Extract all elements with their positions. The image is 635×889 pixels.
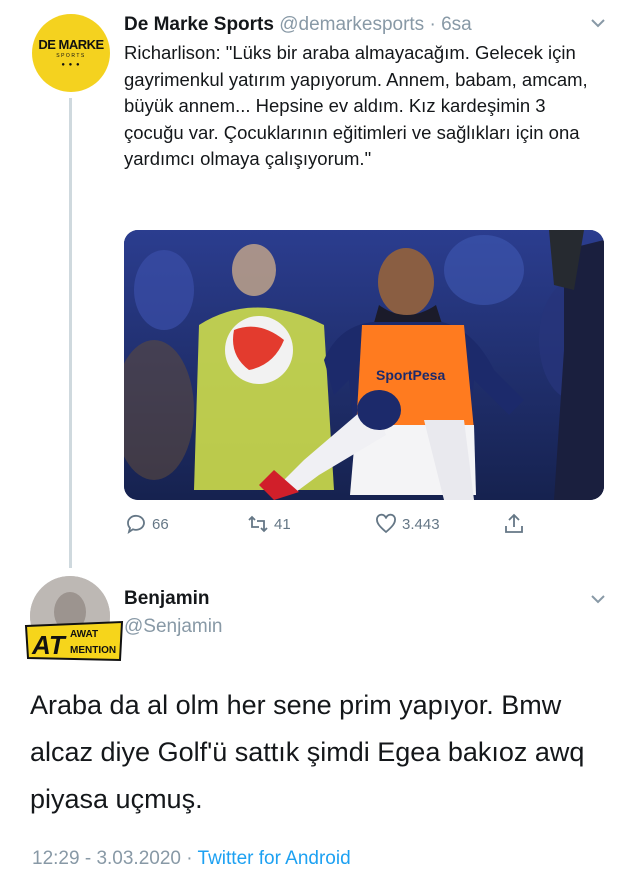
tweet-photo[interactable]: SportPesa bbox=[124, 230, 604, 500]
photo-illustration: SportPesa bbox=[124, 230, 604, 500]
badge-top-text: AWAT bbox=[70, 629, 98, 640]
author-name[interactable]: Benjamin bbox=[124, 588, 210, 610]
reply-icon bbox=[127, 514, 145, 535]
author-name[interactable]: De Marke Sports bbox=[124, 14, 274, 35]
tweet-date[interactable]: 3.03.2020 bbox=[96, 848, 181, 869]
tweet-time[interactable]: 12:29 bbox=[32, 848, 80, 869]
chevron-down-icon[interactable] bbox=[589, 590, 607, 608]
reply-count: 66 bbox=[152, 515, 169, 533]
badge-right-text: MENTION bbox=[70, 645, 116, 656]
quoted-tweet[interactable]: DE MARKE SPORTS ● ● ● De Marke Sports @d… bbox=[0, 0, 635, 568]
avatar-badge-logo: AT AWAT MENTION bbox=[24, 620, 124, 662]
author-handle[interactable]: @demarkesports bbox=[279, 14, 424, 35]
retweet-icon bbox=[248, 515, 268, 533]
tweet-header: De Marke Sports @demarkesports · 6sa bbox=[124, 14, 472, 36]
tweet-actions: 66 41 3.443 bbox=[124, 512, 544, 542]
avatar[interactable]: DE MARKE SPORTS ● ● ● bbox=[32, 14, 110, 92]
separator: · bbox=[424, 14, 442, 35]
like-icon bbox=[376, 513, 396, 534]
timestamp[interactable]: 6sa bbox=[441, 14, 472, 35]
separator: · bbox=[180, 848, 198, 869]
like-button[interactable]: 3.443 bbox=[374, 512, 440, 536]
reply-button[interactable]: 66 bbox=[124, 512, 169, 536]
chevron-down-icon[interactable] bbox=[589, 14, 607, 32]
like-count: 3.443 bbox=[402, 515, 440, 533]
retweet-button[interactable]: 41 bbox=[246, 512, 291, 536]
author-handle[interactable]: @Senjamin bbox=[124, 616, 223, 638]
avatar-logo-text: DE MARKE bbox=[38, 37, 104, 52]
avatar-logo-dots: ● ● ● bbox=[61, 62, 81, 68]
tweet-text: Richarlison: "Lüks bir araba almayacağım… bbox=[124, 42, 588, 169]
thread-line bbox=[69, 98, 72, 568]
share-button[interactable] bbox=[502, 512, 526, 536]
shirt-sponsor-text: SportPesa bbox=[376, 367, 445, 383]
separator: - bbox=[79, 848, 97, 869]
reply-tweet[interactable]: AT AWAT MENTION Benjamin @Senjamin Araba… bbox=[0, 560, 635, 889]
tweet-meta: 12:29 - 3.03.2020 · Twitter for Android bbox=[32, 848, 351, 870]
badge-main-text: AT bbox=[31, 630, 67, 660]
share-icon bbox=[505, 513, 523, 533]
tweet-text: Araba da al olm her sene prim yapıyor. B… bbox=[30, 690, 585, 814]
avatar-logo-subtext: SPORTS bbox=[56, 53, 86, 59]
retweet-count: 41 bbox=[274, 515, 291, 533]
tweet-source-link[interactable]: Twitter for Android bbox=[198, 848, 351, 869]
